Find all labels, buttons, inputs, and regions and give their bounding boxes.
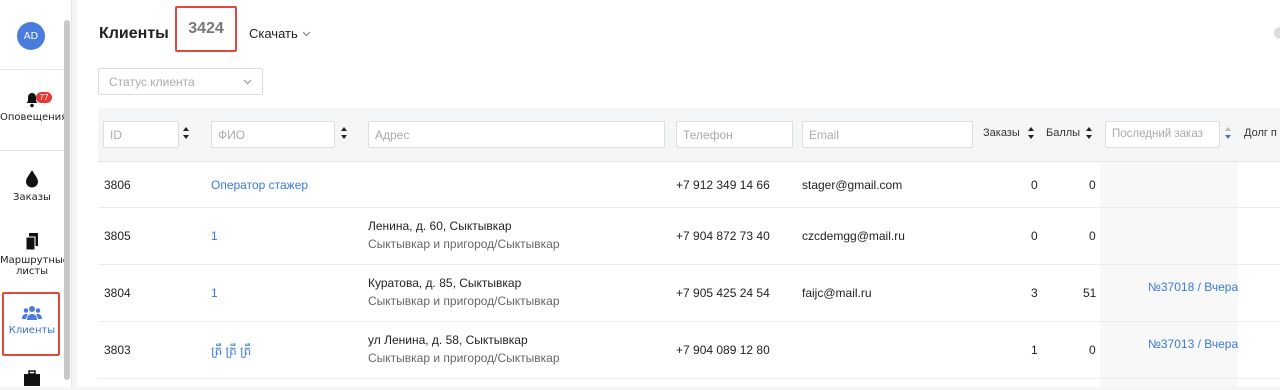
client-points: 0 <box>1089 343 1096 357</box>
sort-icon[interactable] <box>182 126 190 140</box>
client-email: czcdemgg@mail.ru <box>802 229 905 243</box>
sidebar-item-label: Маршрутные листы <box>0 255 69 277</box>
active-highlight <box>2 292 60 356</box>
address-filter-input[interactable]: Адрес <box>368 121 665 148</box>
last-order-filter-placeholder: Последний заказ <box>1112 128 1203 140</box>
client-email: stager@gmail.com <box>802 178 903 192</box>
client-name-link[interactable]: 1 <box>211 229 218 243</box>
sidebar-item-more[interactable] <box>0 370 64 390</box>
email-filter-input[interactable]: Email <box>802 121 973 148</box>
client-address-region: Сыктывкар и пригород/Сыктывкар <box>368 351 560 365</box>
phone-filter-input[interactable]: Телефон <box>676 121 793 148</box>
chevron-down-icon <box>243 79 252 84</box>
download-label: Скачать <box>249 26 298 41</box>
debt-column-header: Долг п <box>1244 127 1277 139</box>
table-row[interactable]: 3803 ត្រឹ ត្រឹ ត្រឹ ул Ленина, д. 58, Сы… <box>98 322 1280 379</box>
client-phone: +7 912 349 14 66 <box>676 178 770 192</box>
briefcase-icon <box>24 370 40 386</box>
client-id: 3806 <box>104 178 131 192</box>
sidebar-divider <box>0 69 64 70</box>
sidebar-item-orders[interactable]: Заказы <box>0 170 64 203</box>
sort-icon[interactable] <box>340 126 348 140</box>
id-filter-input[interactable]: ID <box>103 121 179 148</box>
last-order-link[interactable]: №37013 / Вчера <box>1148 337 1238 351</box>
sort-icon[interactable] <box>1027 126 1035 140</box>
sidebar-scrollbar[interactable] <box>64 20 70 380</box>
notification-badge: 77 <box>36 92 52 103</box>
name-filter-input[interactable]: ФИО <box>211 121 335 148</box>
sidebar-divider <box>0 150 64 151</box>
client-id: 3805 <box>104 229 131 243</box>
client-email: faijc@mail.ru <box>802 286 872 300</box>
sort-icon[interactable] <box>1224 126 1232 140</box>
download-button[interactable]: Скачать <box>249 26 311 41</box>
client-name-link[interactable]: Оператор стажер <box>211 178 308 192</box>
drop-icon <box>26 170 38 188</box>
client-points: 0 <box>1089 178 1096 192</box>
status-placeholder: Статус клиента <box>109 74 195 89</box>
documents-icon <box>25 233 38 251</box>
client-orders: 0 <box>1031 229 1038 243</box>
email-filter-placeholder: Email <box>809 128 840 142</box>
table-row[interactable]: 3806 Оператор стажер +7 912 349 14 66 st… <box>98 162 1280 208</box>
scroll-indicator-icon <box>1274 27 1280 39</box>
client-phone: +7 905 425 24 54 <box>676 286 770 300</box>
sidebar-item-label: Заказы <box>13 192 51 203</box>
client-address: ул Ленина, д. 58, Сыктывкар <box>368 333 528 347</box>
client-phone: +7 904 872 73 40 <box>676 229 770 243</box>
sidebar-item-label: Оповещения <box>0 112 68 123</box>
client-address-region: Сыктывкар и пригород/Сыктывкар <box>368 237 560 251</box>
client-orders: 0 <box>1031 178 1038 192</box>
client-address: Ленина, д. 60, Сыктывкар <box>368 219 512 233</box>
clients-table: ID ФИО Адрес Телефон Email Заказы Баллы … <box>98 108 1280 387</box>
client-points: 0 <box>1089 229 1096 243</box>
main-content: Клиенты 3424 Скачать Статус клиента ID Ф… <box>77 0 1280 387</box>
client-id: 3804 <box>104 286 131 300</box>
client-status-select[interactable]: Статус клиента <box>98 68 263 95</box>
name-filter-placeholder: ФИО <box>218 128 246 142</box>
orders-column-header: Заказы <box>983 127 1020 139</box>
client-name-link[interactable]: 1 <box>211 286 218 300</box>
client-orders: 3 <box>1031 286 1038 300</box>
avatar[interactable]: AD <box>17 22 45 50</box>
sidebar-item-route-lists[interactable]: Маршрутные листы <box>0 233 69 277</box>
sidebar-item-notifications[interactable]: Оповещения <box>0 92 68 123</box>
table-row[interactable]: 3804 1 Куратова, д. 85, Сыктывкар Сыктыв… <box>98 265 1280 322</box>
last-order-filter-input[interactable]: Последний заказ <box>1105 121 1220 148</box>
sidebar: AD Оповещения 77 Заказы Маршрутные листы <box>0 0 72 387</box>
table-header: ID ФИО Адрес Телефон Email Заказы Баллы … <box>98 108 1280 162</box>
client-phone: +7 904 089 12 80 <box>676 343 770 357</box>
sort-icon[interactable] <box>1085 126 1093 140</box>
id-filter-placeholder: ID <box>110 128 122 142</box>
chevron-down-icon <box>302 31 311 36</box>
client-points: 51 <box>1083 286 1097 300</box>
phone-filter-placeholder: Телефон <box>683 128 733 142</box>
client-address-region: Сыктывкар и пригород/Сыктывкар <box>368 294 560 308</box>
points-column-header: Баллы <box>1046 127 1081 139</box>
last-order-link[interactable]: №37018 / Вчера <box>1148 280 1238 294</box>
client-address: Куратова, д. 85, Сыктывкар <box>368 276 522 290</box>
client-name-link[interactable]: ត្រឹ ត្រឹ ត្រឹ <box>211 343 251 361</box>
client-id: 3803 <box>104 343 131 357</box>
client-orders: 1 <box>1031 343 1038 357</box>
table-row[interactable]: 3805 1 Ленина, д. 60, Сыктывкар Сыктывка… <box>98 208 1280 265</box>
address-filter-placeholder: Адрес <box>375 128 410 142</box>
page-title: Клиенты <box>99 25 169 42</box>
clients-count: 3424 <box>175 6 237 52</box>
